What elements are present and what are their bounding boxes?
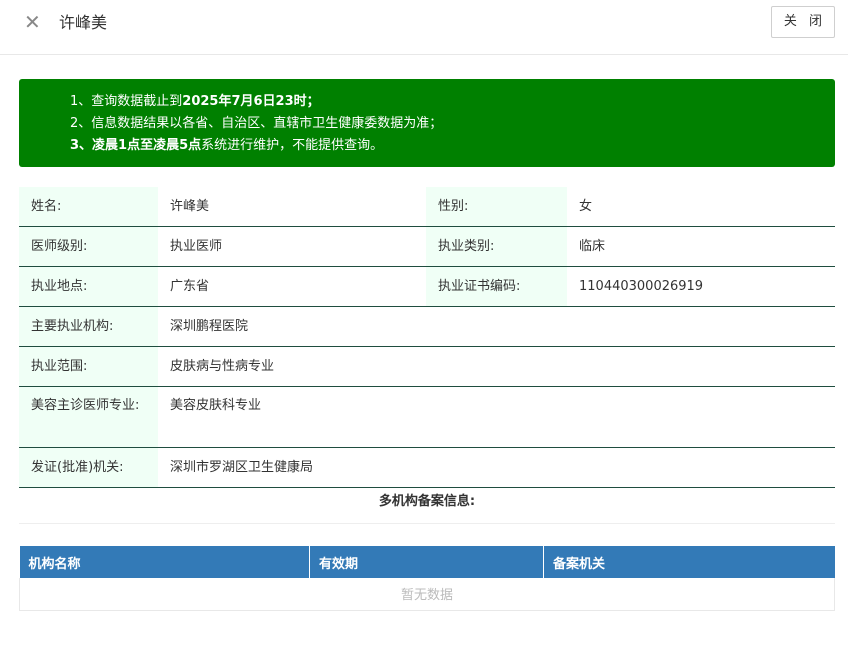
col-validity: 有效期 <box>309 546 544 578</box>
location-value: 广东省 <box>158 266 426 307</box>
table-row: 主要执业机构: 深圳鹏程医院 <box>19 306 835 347</box>
table-row: 执业范围: 皮肤病与性病专业 <box>19 346 835 387</box>
location-label: 执业地点: <box>19 266 158 307</box>
dialog-title: 许峰美 <box>59 13 108 32</box>
table-row: 姓名: 许峰美 性别: 女 <box>19 187 835 227</box>
col-institution-name: 机构名称 <box>19 546 310 578</box>
dialog-header: ✕ 许峰美 关 闭 <box>0 0 848 55</box>
notice-line-3: 3、凌晨1点至凌晨5点系统进行维护，不能提供查询。 <box>70 138 384 153</box>
cosmetic-value: 美容皮肤科专业 <box>158 386 835 448</box>
col-filing-authority: 备案机关 <box>543 546 835 578</box>
multi-institution-title: 多机构备案信息: <box>19 482 835 524</box>
cert-label: 执业证书编码: <box>426 266 567 307</box>
table-row: 执业地点: 广东省 执业证书编码: 110440300026919 <box>19 266 835 307</box>
table-row: 暂无数据 <box>19 578 835 611</box>
scope-label: 执业范围: <box>19 346 158 387</box>
institution-value: 深圳鹏程医院 <box>158 306 835 347</box>
scope-value: 皮肤病与性病专业 <box>158 346 835 387</box>
name-value: 许峰美 <box>158 187 426 227</box>
close-icon[interactable]: ✕ <box>24 10 41 34</box>
category-label: 执业类别: <box>426 226 567 267</box>
table-row: 医师级别: 执业医师 执业类别: 临床 <box>19 226 835 267</box>
notice-banner: 1、查询数据截止到2025年7月6日23时； 2、信息数据结果以各省、自治区、直… <box>19 79 835 167</box>
table-header-row: 机构名称 有效期 备案机关 <box>19 546 835 578</box>
notice-line-2: 2、信息数据结果以各省、自治区、直辖市卫生健康委数据为准； <box>70 116 443 131</box>
empty-placeholder: 暂无数据 <box>19 578 835 611</box>
doctor-info-table: 姓名: 许峰美 性别: 女 医师级别: 执业医师 执业类别: 临床 执业地点: … <box>19 187 835 488</box>
institution-label: 主要执业机构: <box>19 306 158 347</box>
name-label: 姓名: <box>19 187 158 227</box>
level-value: 执业医师 <box>158 226 426 267</box>
cosmetic-label: 美容主诊医师专业: <box>19 386 158 448</box>
institution-filing-table: 机构名称 有效期 备案机关 暂无数据 <box>19 546 835 611</box>
close-button[interactable]: 关 闭 <box>771 6 835 38</box>
gender-value: 女 <box>567 187 835 227</box>
gender-label: 性别: <box>426 187 567 227</box>
notice-line-1: 1、查询数据截止到2025年7月6日23时； <box>70 94 320 109</box>
category-value: 临床 <box>567 226 835 267</box>
level-label: 医师级别: <box>19 226 158 267</box>
cert-value: 110440300026919 <box>567 266 835 307</box>
table-row: 美容主诊医师专业: 美容皮肤科专业 <box>19 386 835 448</box>
